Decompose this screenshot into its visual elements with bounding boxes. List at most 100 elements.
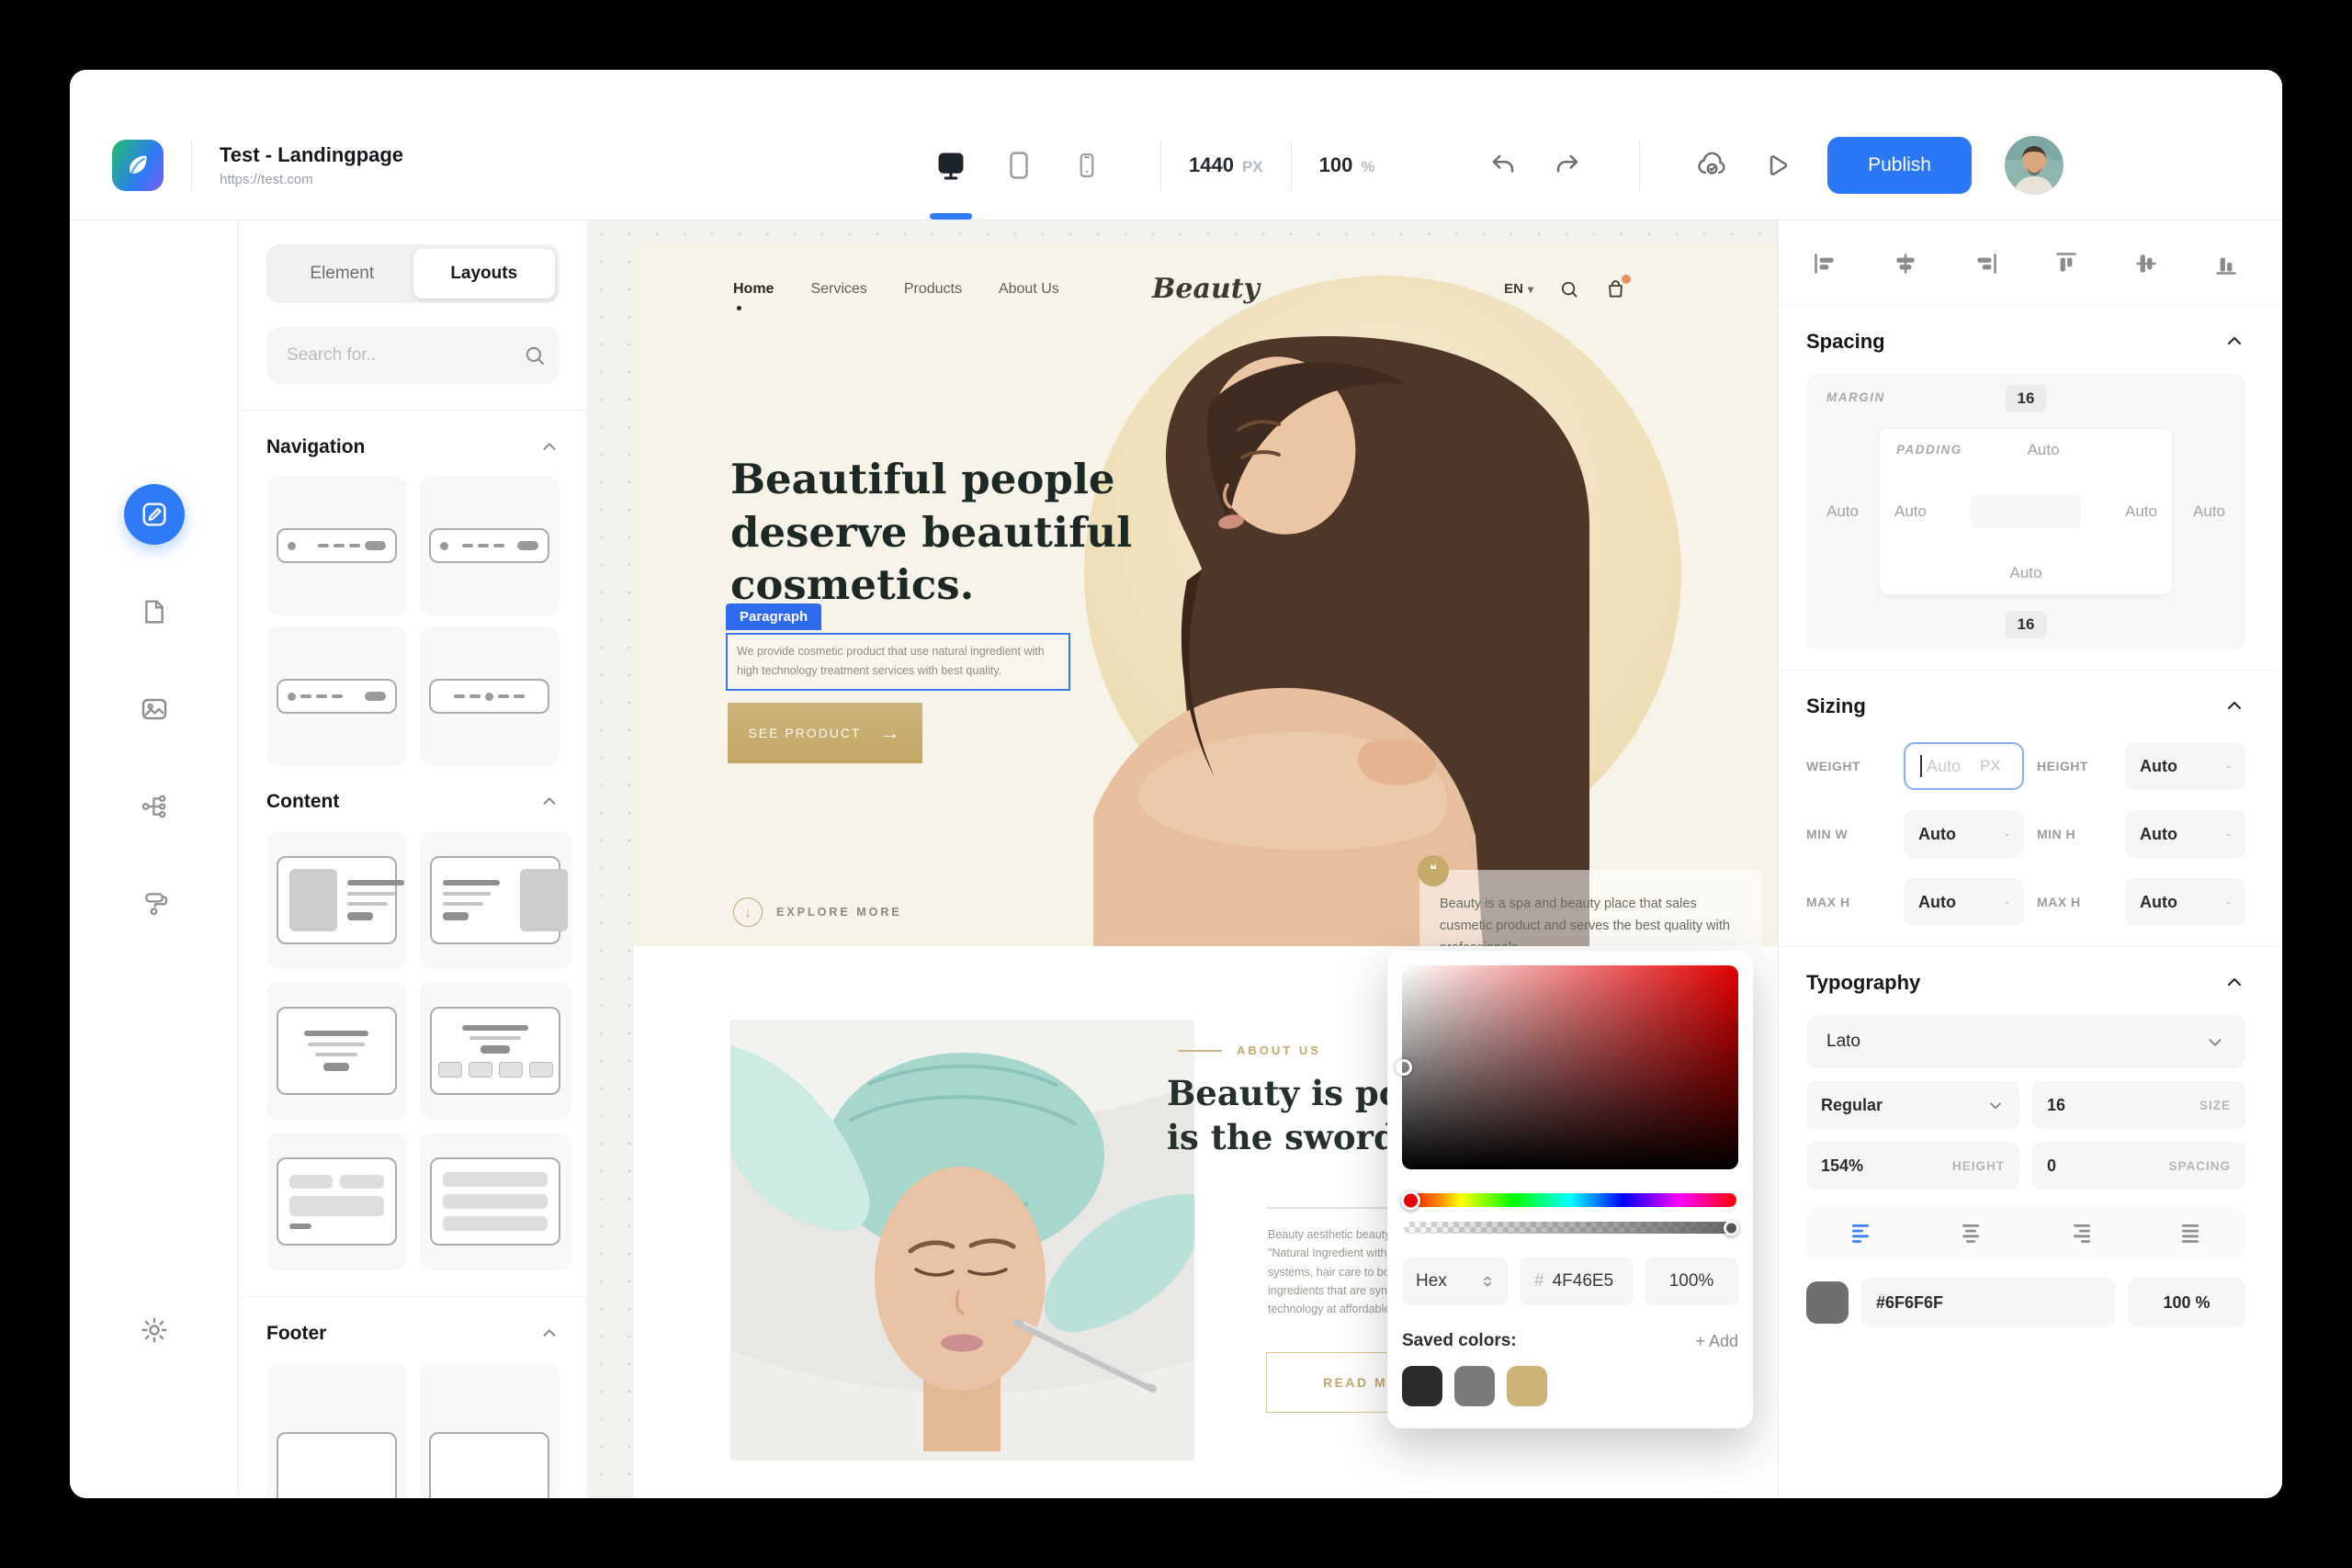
layout-item-navbar-2[interactable] [420,477,560,615]
rail-structure-button[interactable] [124,776,185,837]
app-logo[interactable] [112,140,164,191]
tab-element[interactable]: Element [271,249,413,299]
saturation-area[interactable] [1402,965,1738,1169]
layout-item-media-right[interactable] [420,831,571,969]
search-box[interactable] [266,327,560,384]
margin-top-input[interactable]: 16 [2006,385,2047,412]
line-height-input[interactable]: 154% HEIGHT [1806,1142,2019,1190]
text-align-justify-button[interactable] [2177,1220,2203,1246]
layout-item-navbar-3[interactable] [266,627,407,765]
typography-section-header[interactable]: Typography [1806,971,2245,995]
rail-assets-button[interactable] [124,679,185,739]
undo-button[interactable] [1483,145,1523,186]
height-input[interactable]: Auto- [2125,742,2245,790]
section-footer[interactable]: Footer [266,1323,560,1345]
font-size-input[interactable]: 16 SIZE [2032,1081,2245,1129]
design-canvas[interactable]: Home Services Products About Us Beauty E… [588,220,1778,1498]
padding-right-input[interactable]: Auto [2125,502,2157,521]
text-color-opacity-input[interactable]: 100 % [2128,1278,2245,1327]
device-mobile-button[interactable] [1065,143,1109,187]
hex-value-input[interactable]: # 4F46E5 [1520,1258,1634,1305]
padding-bottom-input[interactable]: Auto [2010,564,2042,582]
device-desktop-button[interactable] [929,143,973,187]
section-navigation[interactable]: Navigation [266,436,560,458]
tab-layouts[interactable]: Layouts [413,249,556,299]
letter-spacing-input[interactable]: 0 SPACING [2032,1142,2245,1190]
margin-left-input[interactable]: Auto [1826,502,1859,521]
viewport-width[interactable]: 1440 PX [1189,153,1263,177]
min-height-input[interactable]: Auto- [2125,810,2245,858]
saved-swatch-2[interactable] [1454,1366,1495,1406]
hero-section[interactable]: Home Services Products About Us Beauty E… [634,243,1778,946]
layout-item-media-left[interactable] [266,831,407,969]
saved-swatch-3[interactable] [1507,1366,1547,1406]
site-search-icon[interactable] [1559,279,1579,299]
padding-left-input[interactable]: Auto [1894,502,1927,521]
text-align-right-button[interactable] [2068,1220,2094,1246]
layout-item-footer-2[interactable] [420,1363,560,1498]
align-top-button[interactable] [2052,250,2080,277]
site-nav-services[interactable]: Services [810,281,866,298]
padding-top-input[interactable]: Auto [2028,441,2060,459]
cloud-sync-button[interactable] [1691,145,1732,186]
site-nav-products[interactable]: Products [904,281,962,298]
layout-item-navbar-1[interactable] [266,477,407,615]
search-input[interactable] [287,345,512,366]
layout-item-footer-1[interactable] [266,1363,407,1498]
alpha-handle[interactable] [1724,1220,1739,1235]
layout-item-navbar-4[interactable] [420,627,560,765]
font-family-select[interactable]: Lato [1806,1015,2245,1068]
font-weight-select[interactable]: Regular [1806,1081,2019,1129]
publish-button[interactable]: Publish [1827,137,1972,194]
rail-theme-button[interactable] [124,874,185,934]
about-body[interactable]: Beauty aesthetic beauty "Natural Ingredi… [1268,1225,1390,1318]
see-product-button[interactable]: SEE PRODUCT → [728,703,922,763]
align-bottom-button[interactable] [2212,250,2240,277]
saved-swatch-1[interactable] [1402,1366,1442,1406]
sizing-section-header[interactable]: Sizing [1806,694,2245,718]
layout-item-features[interactable] [420,982,571,1120]
spacing-center-input[interactable] [1971,495,2081,528]
saturation-handle[interactable] [1396,1059,1412,1076]
min-width-input[interactable]: Auto- [1904,810,2024,858]
align-left-button[interactable] [1812,250,1839,277]
redo-button[interactable] [1547,145,1588,186]
rail-edit-button[interactable] [124,484,185,545]
text-align-center-button[interactable] [1958,1220,1984,1246]
hue-handle[interactable] [1401,1190,1420,1210]
layout-item-list[interactable] [420,1133,571,1270]
max-height-input-2[interactable]: Auto- [2125,878,2245,926]
margin-right-input[interactable]: Auto [2193,502,2225,521]
zoom-level[interactable]: 100 % [1319,153,1375,177]
opacity-input[interactable]: 100% [1645,1258,1738,1305]
site-language-selector[interactable]: EN ▾ [1504,281,1533,297]
add-color-button[interactable]: + Add [1695,1332,1738,1351]
section-content[interactable]: Content [266,791,560,813]
rail-settings-button[interactable] [124,1300,185,1360]
layout-item-text-center[interactable] [266,982,407,1120]
color-mode-select[interactable]: Hex [1402,1258,1509,1305]
device-tablet-button[interactable] [997,143,1041,187]
avatar[interactable] [2005,136,2064,195]
text-align-left-button[interactable] [1849,1220,1874,1246]
site-cart-button[interactable] [1605,278,1626,299]
align-middle-vertical-button[interactable] [2132,250,2160,277]
preview-button[interactable] [1756,145,1796,186]
site-nav-home[interactable]: Home [733,281,774,298]
site-brand[interactable]: Beauty [1152,273,1260,305]
rail-pages-button[interactable] [124,581,185,642]
align-center-horizontal-button[interactable] [1892,250,1919,277]
selected-paragraph[interactable]: We provide cosmetic product that use nat… [726,633,1070,691]
alpha-slider[interactable] [1404,1222,1736,1234]
align-right-button[interactable] [1972,250,1999,277]
hero-headline[interactable]: Beautiful people deserve beautiful cosme… [730,453,1132,612]
site-nav-about[interactable]: About Us [999,281,1059,298]
hero-quote-card[interactable]: ❝ Beauty is a spa and beauty place that … [1419,870,1761,946]
width-input[interactable]: Auto PX [1904,742,2024,790]
text-color-swatch[interactable] [1806,1281,1849,1324]
text-color-hex-input[interactable]: #6F6F6F [1861,1278,2115,1327]
max-height-input-1[interactable]: Auto- [1904,878,2024,926]
explore-more-link[interactable]: ↓ EXPLORE MORE [733,897,902,927]
margin-bottom-input[interactable]: 16 [2006,611,2047,638]
hue-slider[interactable] [1404,1193,1736,1207]
